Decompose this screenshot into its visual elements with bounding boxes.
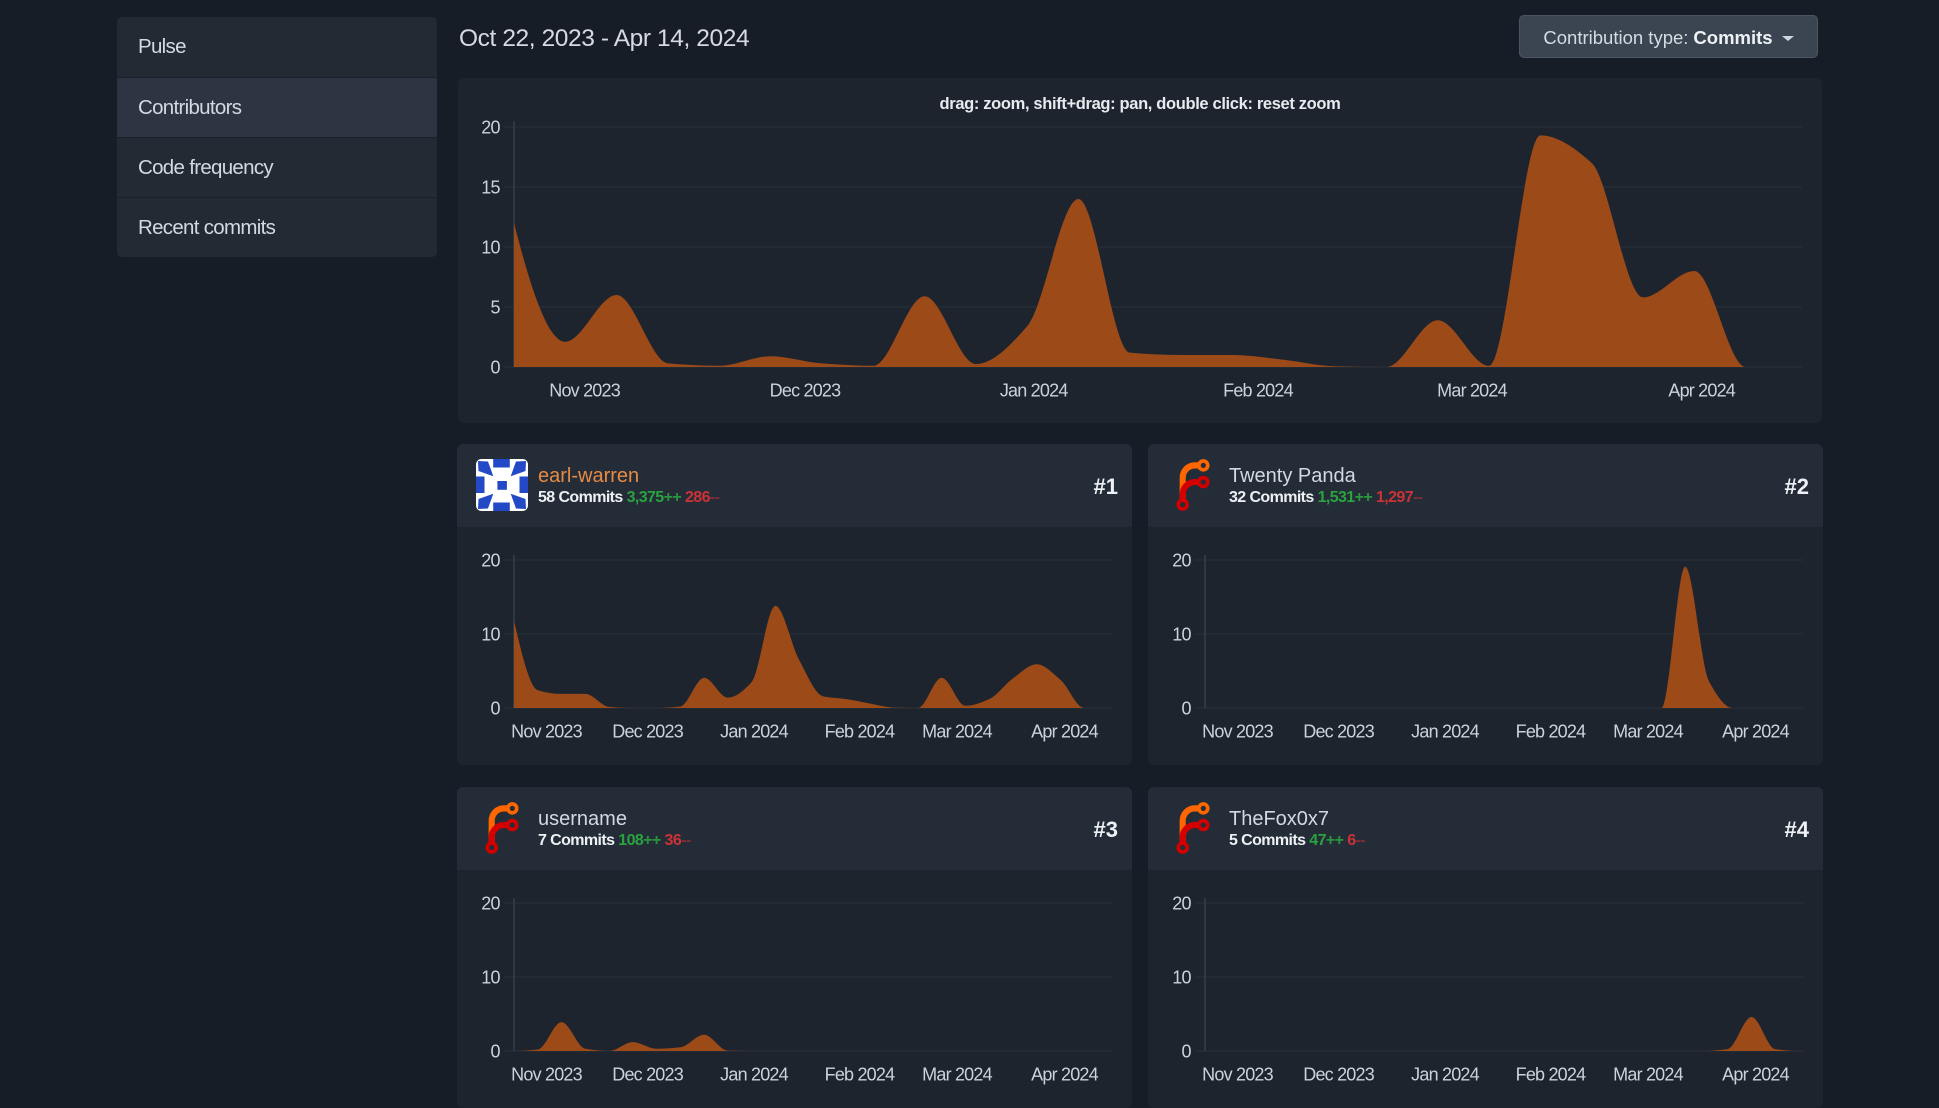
svg-text:Apr 2024: Apr 2024	[1031, 1065, 1098, 1085]
svg-text:Nov 2023: Nov 2023	[549, 381, 620, 401]
svg-text:Mar 2024: Mar 2024	[1613, 1065, 1683, 1085]
svg-text:0: 0	[490, 699, 500, 719]
svg-text:Nov 2023: Nov 2023	[511, 1065, 582, 1085]
svg-text:20: 20	[481, 118, 500, 138]
svg-text:Jan 2024: Jan 2024	[1411, 722, 1479, 742]
svg-text:10: 10	[481, 968, 500, 988]
svg-text:Feb 2024: Feb 2024	[1223, 381, 1293, 401]
svg-text:15: 15	[481, 178, 500, 198]
svg-text:0: 0	[1181, 699, 1191, 719]
svg-text:Apr 2024: Apr 2024	[1722, 1065, 1789, 1085]
svg-text:10: 10	[1172, 625, 1191, 645]
svg-text:20: 20	[481, 894, 500, 914]
svg-text:Dec 2023: Dec 2023	[770, 381, 841, 401]
svg-text:Jan 2024: Jan 2024	[720, 722, 788, 742]
svg-text:0: 0	[490, 1042, 500, 1062]
svg-text:Dec 2023: Dec 2023	[1303, 722, 1374, 742]
svg-text:10: 10	[481, 238, 500, 258]
svg-text:Apr 2024: Apr 2024	[1031, 722, 1098, 742]
svg-text:Jan 2024: Jan 2024	[1000, 381, 1068, 401]
svg-text:20: 20	[1172, 894, 1191, 914]
svg-text:0: 0	[490, 358, 500, 378]
svg-text:Dec 2023: Dec 2023	[1303, 1065, 1374, 1085]
svg-text:Mar 2024: Mar 2024	[922, 1065, 992, 1085]
svg-text:10: 10	[1172, 968, 1191, 988]
svg-text:20: 20	[1172, 551, 1191, 571]
svg-text:Jan 2024: Jan 2024	[1411, 1065, 1479, 1085]
svg-text:Feb 2024: Feb 2024	[825, 1065, 895, 1085]
svg-text:Nov 2023: Nov 2023	[1202, 1065, 1273, 1085]
svg-text:drag: zoom, shift+drag: pan, d: drag: zoom, shift+drag: pan, double clic…	[940, 95, 1341, 113]
svg-text:Dec 2023: Dec 2023	[612, 722, 683, 742]
svg-text:Feb 2024: Feb 2024	[1516, 1065, 1586, 1085]
svg-text:Mar 2024: Mar 2024	[922, 722, 992, 742]
svg-text:10: 10	[481, 625, 500, 645]
svg-text:Nov 2023: Nov 2023	[511, 722, 582, 742]
svg-text:5: 5	[490, 298, 500, 318]
svg-text:Dec 2023: Dec 2023	[612, 1065, 683, 1085]
svg-text:Apr 2024: Apr 2024	[1668, 381, 1735, 401]
svg-text:Feb 2024: Feb 2024	[1516, 722, 1586, 742]
svg-text:Mar 2024: Mar 2024	[1613, 722, 1683, 742]
svg-text:0: 0	[1181, 1042, 1191, 1062]
svg-text:Jan 2024: Jan 2024	[720, 1065, 788, 1085]
svg-text:Nov 2023: Nov 2023	[1202, 722, 1273, 742]
svg-text:Feb 2024: Feb 2024	[825, 722, 895, 742]
svg-text:Mar 2024: Mar 2024	[1437, 381, 1507, 401]
svg-text:Apr 2024: Apr 2024	[1722, 722, 1789, 742]
svg-text:20: 20	[481, 551, 500, 571]
